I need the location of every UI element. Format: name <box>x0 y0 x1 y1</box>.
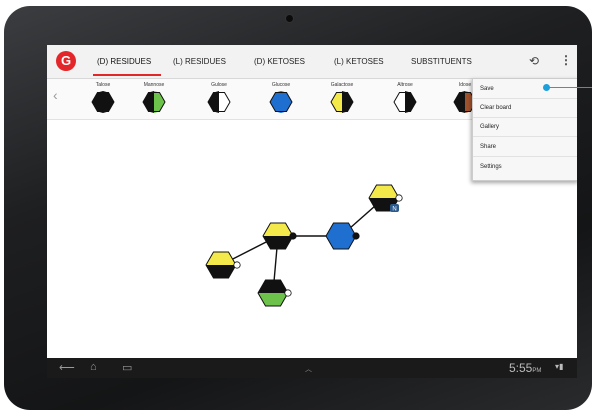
residue-node[interactable] <box>262 222 294 250</box>
signal-battery-icon: ▾▮ <box>555 362 564 371</box>
nav-handle-icon: ︿ <box>305 366 312 373</box>
residue-node[interactable] <box>205 251 237 279</box>
clock-time: 5:55 <box>509 361 533 375</box>
clock-ampm: PM <box>532 368 542 374</box>
save-callout-dot <box>543 84 550 91</box>
menu-item-share[interactable]: Share <box>480 144 496 150</box>
system-nav-bar: ⟵ ⌂ ▭ ︿ 5:55PM ▾▮ <box>47 358 577 378</box>
menu-item-gallery[interactable]: Gallery <box>480 124 499 130</box>
anomeric-linkage-dot[interactable] <box>289 232 297 240</box>
back-icon[interactable]: ⟵ <box>59 361 75 374</box>
camera-icon <box>286 15 293 22</box>
menu-divider <box>473 98 577 99</box>
anomeric-linkage-dot[interactable] <box>352 232 360 240</box>
menu-divider <box>473 136 577 137</box>
menu-item-save[interactable]: Save <box>480 86 494 92</box>
overflow-menu: Save Clear board Gallery Share Settings <box>472 78 577 181</box>
residue-node[interactable] <box>257 279 289 307</box>
structure-nodes: N <box>205 184 403 307</box>
anomeric-linkage-dot[interactable] <box>284 289 292 297</box>
substituent-label: N <box>392 207 396 213</box>
menu-item-clear-board[interactable]: Clear board <box>480 105 511 111</box>
anomeric-linkage-dot[interactable] <box>233 261 241 269</box>
structure-links <box>220 197 385 294</box>
anomeric-linkage-dot[interactable] <box>395 194 403 202</box>
tablet-device: G (D) RESIDUES (L) RESIDUES (D) KETOSES … <box>0 0 592 411</box>
save-callout-line <box>546 87 592 88</box>
menu-divider <box>473 156 577 157</box>
menu-divider <box>473 117 577 118</box>
recents-icon[interactable]: ▭ <box>122 361 132 374</box>
app-screen: G (D) RESIDUES (L) RESIDUES (D) KETOSES … <box>47 45 577 378</box>
status-clock: 5:55PM <box>509 361 541 375</box>
home-icon[interactable]: ⌂ <box>90 361 97 373</box>
menu-item-settings[interactable]: Settings <box>480 164 502 170</box>
